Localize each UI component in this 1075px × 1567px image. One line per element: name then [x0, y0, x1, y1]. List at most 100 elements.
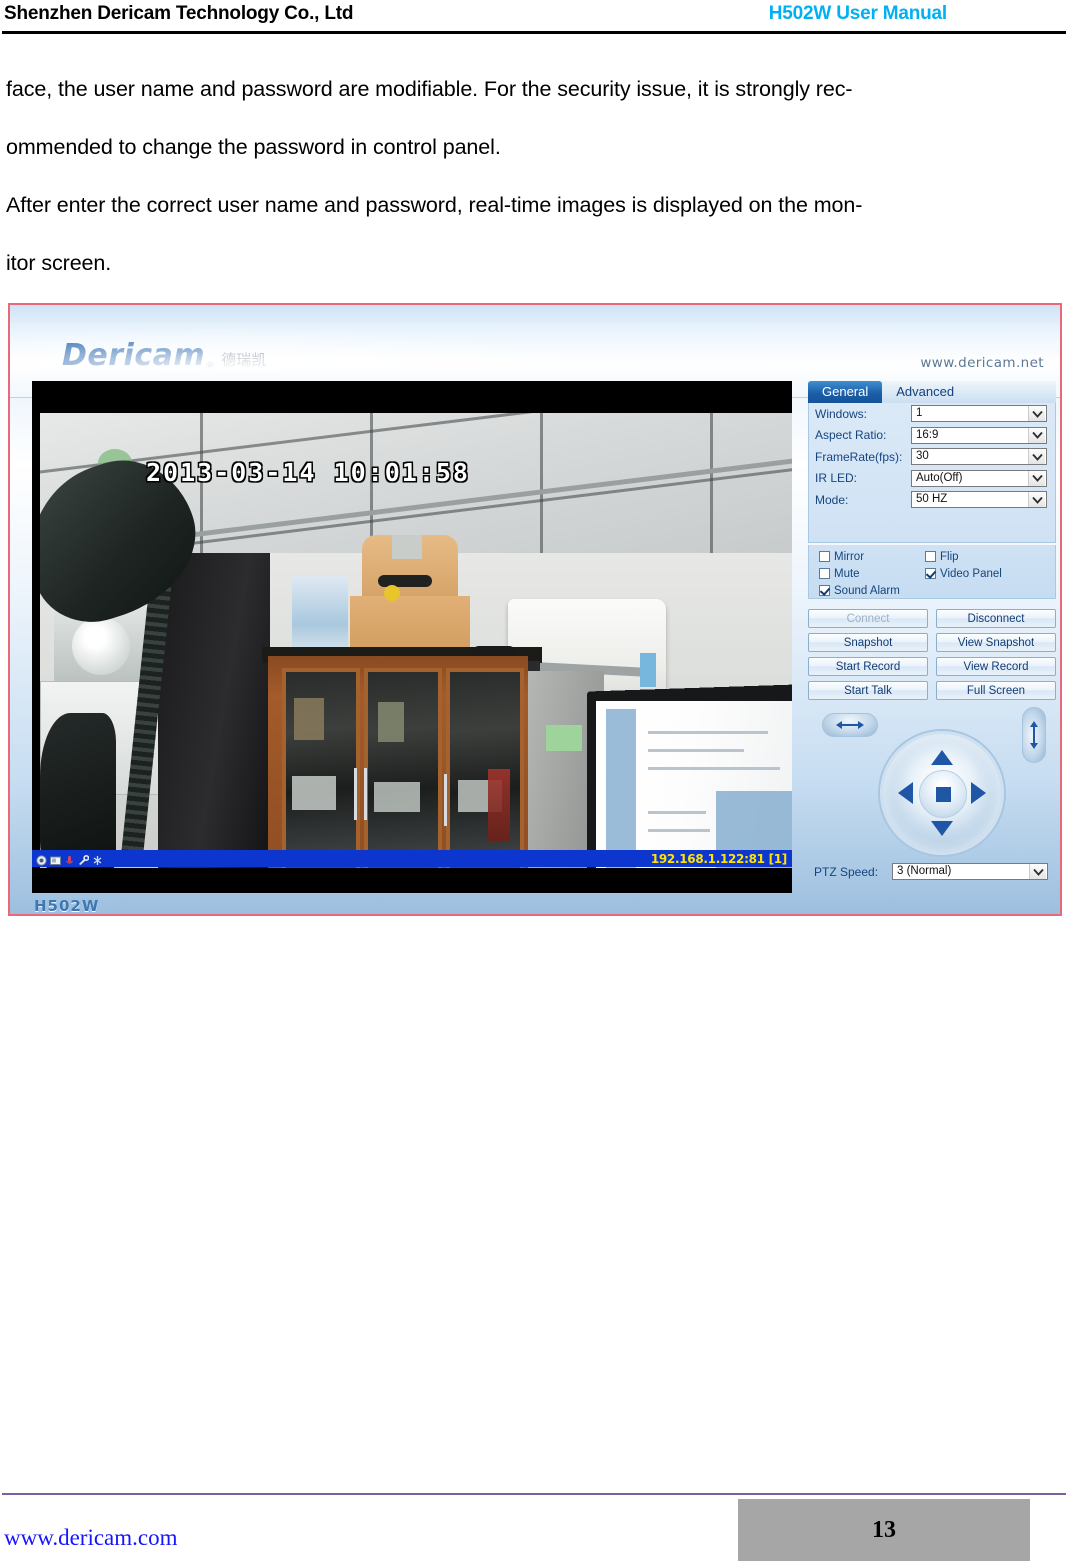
- framerate-select[interactable]: 30: [911, 448, 1047, 466]
- talk-icon[interactable]: [78, 853, 90, 865]
- alarm-icon[interactable]: [92, 853, 103, 865]
- logo-wordmark: Dericam: [62, 338, 206, 373]
- toggle-options-group: Mirror Flip Mute Video Panel Sound Alarm: [808, 545, 1056, 599]
- body-paragraph-line: After enter the correct user name and pa…: [6, 193, 863, 217]
- windows-label: Windows:: [815, 406, 868, 421]
- logo-chinese-name: 德瑞凯: [221, 351, 267, 369]
- horizontal-scan-icon[interactable]: [822, 713, 878, 737]
- windows-value: 1: [916, 407, 923, 420]
- disconnect-button[interactable]: Disconnect: [936, 609, 1056, 628]
- ptz-speed-select[interactable]: 3 (Normal): [892, 863, 1048, 880]
- checkbox-row: Mute Video Panel: [819, 565, 1055, 582]
- checkbox-row: Mirror Flip: [819, 548, 1055, 565]
- header-manual-title: H502W User Manual: [768, 3, 947, 24]
- ptz-stop-button[interactable]: [919, 770, 967, 818]
- checkbox-video-panel[interactable]: Video Panel: [925, 568, 1002, 580]
- video-status-bar: 192.168.1.122:81 [1]: [32, 850, 792, 867]
- live-video-image: 2013-03-14 10:01:58: [40, 413, 792, 868]
- document-body: face, the user name and password are mod…: [6, 60, 1061, 292]
- checkbox-flip-label: Flip: [940, 550, 959, 563]
- header-company-name: Shenzhen Dericam Technology Co., Ltd: [4, 3, 354, 24]
- connect-button[interactable]: Connect: [808, 609, 928, 628]
- status-icon-group[interactable]: [36, 853, 103, 866]
- checkbox-video-panel-box[interactable]: [925, 568, 936, 579]
- chevron-down-icon[interactable]: [1029, 864, 1046, 879]
- vertical-scan-icon[interactable]: [1022, 707, 1046, 763]
- carton-notch: [392, 535, 422, 559]
- red-object: [488, 769, 510, 841]
- field-row-framerate: FrameRate(fps): 30: [809, 446, 1055, 468]
- ptz-direction-pad[interactable]: [880, 731, 1004, 855]
- field-row-aspect-ratio: Aspect Ratio: 16:9: [809, 425, 1055, 447]
- brand-website-label: www.dericam.net: [920, 355, 1044, 371]
- arrow-left-icon[interactable]: [898, 782, 913, 804]
- ir-led-label: IR LED:: [815, 471, 858, 486]
- footer-page-number-box: 13: [738, 1499, 1030, 1561]
- footer-divider: [2, 1493, 1066, 1495]
- arrow-down-icon[interactable]: [931, 821, 953, 836]
- lamp-base-object: [40, 713, 116, 868]
- footer-website-link[interactable]: www.dericam.com: [4, 1525, 178, 1551]
- checkbox-flip[interactable]: Flip: [925, 551, 959, 563]
- page-header: Shenzhen Dericam Technology Co., Ltd H50…: [0, 0, 1075, 34]
- checkbox-sound-alarm[interactable]: Sound Alarm: [819, 585, 925, 597]
- full-screen-button[interactable]: Full Screen: [936, 681, 1056, 700]
- monitor-screen-object: [596, 701, 792, 868]
- checkbox-mirror-box[interactable]: [819, 551, 830, 562]
- ir-led-value: Auto(Off): [916, 471, 963, 484]
- control-panel: General Advanced Windows: 1 Aspect Ratio…: [800, 381, 1056, 893]
- record-icon[interactable]: [36, 853, 47, 866]
- view-record-button[interactable]: View Record: [936, 657, 1056, 676]
- snapshot-button[interactable]: Snapshot: [808, 633, 928, 652]
- windows-select[interactable]: 1: [911, 405, 1047, 423]
- box-dark-detail: [378, 575, 432, 587]
- chevron-down-icon[interactable]: [1028, 427, 1045, 443]
- mode-select[interactable]: 50 HZ: [911, 491, 1047, 509]
- camera-ip-address: 192.168.1.122:81 [1]: [650, 851, 787, 866]
- chevron-down-icon[interactable]: [1028, 470, 1045, 486]
- tab-advanced[interactable]: Advanced: [882, 381, 968, 403]
- arrow-up-icon[interactable]: [931, 750, 953, 765]
- checkbox-mirror[interactable]: Mirror: [819, 551, 925, 563]
- view-snapshot-button[interactable]: View Snapshot: [936, 633, 1056, 652]
- video-preview[interactable]: 2013-03-14 10:01:58 192.168.1.122:81 [1]: [32, 381, 792, 893]
- grey-cabinet-label: [546, 725, 582, 751]
- aspect-ratio-select[interactable]: 16:9: [911, 426, 1047, 444]
- start-talk-button[interactable]: Start Talk: [808, 681, 928, 700]
- checkbox-mute-box[interactable]: [819, 568, 830, 579]
- mode-value: 50 HZ: [916, 493, 948, 506]
- header-divider: [2, 31, 1066, 34]
- ptz-speed-row: PTZ Speed: 3 (Normal): [808, 863, 1060, 880]
- ir-led-select[interactable]: Auto(Off): [911, 469, 1047, 487]
- panel-tab-bar: General Advanced: [808, 381, 1056, 405]
- tab-general[interactable]: General: [808, 381, 883, 403]
- checkbox-row: Sound Alarm: [819, 582, 1055, 599]
- registered-trademark-icon: ®: [206, 361, 215, 373]
- air-conditioner-label: [640, 653, 656, 687]
- dericam-logo: Dericam ® 德瑞凯: [62, 338, 266, 373]
- aspect-ratio-value: 16:9: [916, 428, 939, 441]
- checkbox-flip-box[interactable]: [925, 551, 936, 562]
- start-record-button[interactable]: Start Record: [808, 657, 928, 676]
- camera-model-label: H502W: [34, 897, 100, 915]
- checkbox-mute[interactable]: Mute: [819, 568, 925, 580]
- chevron-down-icon[interactable]: [1028, 406, 1045, 422]
- checkbox-sound-alarm-box[interactable]: [819, 585, 830, 596]
- arrow-right-icon[interactable]: [971, 782, 986, 804]
- camera-software-screenshot-figure: Dericam ® 德瑞凯 www.dericam.net 2013-03-14…: [8, 303, 1062, 916]
- checkbox-video-panel-label: Video Panel: [940, 567, 1002, 580]
- ptz-control-group: [808, 707, 1056, 857]
- software-window: Dericam ® 德瑞凯 www.dericam.net 2013-03-14…: [10, 305, 1060, 914]
- stop-icon: [935, 786, 951, 802]
- action-button-grid: Connect Disconnect Snapshot View Snapsho…: [808, 605, 1056, 704]
- field-row-windows: Windows: 1: [809, 403, 1055, 425]
- page-number: 13: [872, 1516, 896, 1543]
- field-row-mode: Mode: 50 HZ: [809, 489, 1055, 511]
- snapshot-icon[interactable]: [50, 853, 61, 865]
- chevron-down-icon[interactable]: [1028, 492, 1045, 508]
- mode-label: Mode:: [815, 492, 849, 507]
- body-paragraph-line: face, the user name and password are mod…: [6, 77, 853, 101]
- audio-icon[interactable]: [64, 853, 75, 864]
- chevron-down-icon[interactable]: [1028, 449, 1045, 465]
- general-settings-form: Windows: 1 Aspect Ratio: 16:9 FrameRate(…: [808, 403, 1056, 543]
